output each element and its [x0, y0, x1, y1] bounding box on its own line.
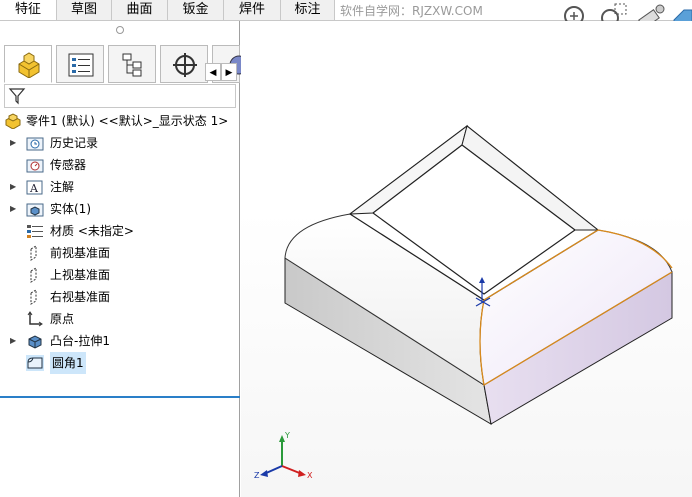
- fillet-icon: [26, 355, 44, 371]
- tree-item-label: 注解: [50, 180, 75, 194]
- watermark-text: 软件自学网：RJZXW.COM: [340, 4, 483, 18]
- annotation-icon: A: [26, 179, 44, 195]
- boss-extrude-icon: [26, 333, 44, 349]
- tree-item-label: 凸台-拉伸1: [50, 334, 110, 348]
- tree-item-label: 实体(1): [50, 202, 91, 216]
- tree-item-label: 前视基准面: [50, 246, 111, 260]
- tree-item-annotations[interactable]: ▶ A 注解: [0, 176, 240, 198]
- tab-weldments[interactable]: 焊件: [224, 0, 281, 20]
- tree-item-label: 历史记录: [50, 136, 99, 150]
- tree-item-fillet[interactable]: 圆角1: [0, 352, 240, 374]
- history-folder-icon: [26, 135, 44, 151]
- dimxpert-tab-icon[interactable]: [160, 45, 208, 83]
- tree-item-label: 原点: [50, 312, 75, 326]
- tree-item-top-plane[interactable]: 上视基准面: [0, 264, 240, 286]
- tree-item-solid-bodies[interactable]: ▶ 实体(1): [0, 198, 240, 220]
- plane-icon: [26, 267, 44, 283]
- command-manager-tabs: 特征 草图 曲面 钣金 焊件 标注 软件自学网：RJZXW.COM: [0, 0, 692, 31]
- tab-surfaces[interactable]: 曲面: [112, 0, 168, 20]
- tab-sketch[interactable]: 草图: [57, 0, 112, 20]
- plane-icon: [26, 289, 44, 305]
- tree-item-material[interactable]: 材质 <未指定>: [0, 220, 240, 242]
- tree-item-label: 右视基准面: [50, 290, 111, 304]
- triad-x-label: X: [307, 471, 313, 480]
- tree-item-history[interactable]: ▶ 历史记录: [0, 132, 240, 154]
- panel-grip[interactable]: [0, 21, 240, 39]
- reference-triad-icon: Y X Z: [254, 431, 313, 480]
- propertymanager-tab-icon[interactable]: [56, 45, 104, 83]
- tab-annotation[interactable]: 标注: [281, 0, 335, 20]
- feature-manager-panel: ◀ ▶ 零件1 (默认) <<默认>_显示状态 1> ▶ 历史记录 传感器 ▶ …: [0, 21, 243, 497]
- tab-features[interactable]: 特征: [0, 0, 57, 20]
- triad-y-label: Y: [284, 431, 290, 440]
- sensor-icon: [26, 157, 44, 173]
- plane-icon: [26, 245, 44, 261]
- expand-arrow-icon[interactable]: ▶: [10, 176, 16, 198]
- tree-item-front-plane[interactable]: 前视基准面: [0, 242, 240, 264]
- filleted-block-model[interactable]: [241, 21, 692, 497]
- tree-item-origin[interactable]: 原点: [0, 308, 240, 330]
- tab-scroll-right-button[interactable]: ▶: [221, 63, 237, 81]
- svg-text:A: A: [29, 182, 39, 195]
- tree-item-label: 上视基准面: [50, 268, 111, 282]
- material-icon: [26, 223, 44, 239]
- graphics-area[interactable]: [241, 21, 692, 497]
- expand-arrow-icon[interactable]: ▶: [10, 132, 16, 154]
- tree-root-label: 零件1 (默认) <<默认>_显示状态 1>: [26, 114, 229, 128]
- tab-sheet-metal[interactable]: 钣金: [168, 0, 224, 20]
- tree-item-label: 材质 <未指定>: [50, 224, 134, 238]
- tree-item-boss-extrude[interactable]: ▶ 凸台-拉伸1: [0, 330, 240, 352]
- tree-item-label: 传感器: [50, 158, 87, 172]
- solid-bodies-icon: [26, 201, 44, 217]
- tab-scroll-left-button[interactable]: ◀: [205, 63, 221, 81]
- configurationmanager-tab-icon[interactable]: [108, 45, 156, 83]
- origin-icon: [26, 311, 44, 327]
- tree-root-part[interactable]: 零件1 (默认) <<默认>_显示状态 1>: [0, 110, 240, 132]
- rollback-bar[interactable]: [0, 396, 240, 398]
- tree-item-right-plane[interactable]: 右视基准面: [0, 286, 240, 308]
- expand-arrow-icon[interactable]: ▶: [10, 330, 16, 352]
- expand-arrow-icon[interactable]: ▶: [10, 198, 16, 220]
- featuremanager-tab-icon[interactable]: [4, 45, 52, 83]
- filter-icon: [8, 88, 26, 105]
- tree-item-sensors[interactable]: 传感器: [0, 154, 240, 176]
- triad-z-label: Z: [254, 471, 260, 480]
- tree-item-label: 圆角1: [50, 352, 86, 374]
- part-icon: [4, 113, 22, 130]
- panel-tab-strip: [0, 45, 243, 85]
- tree-filter-input[interactable]: [4, 84, 236, 108]
